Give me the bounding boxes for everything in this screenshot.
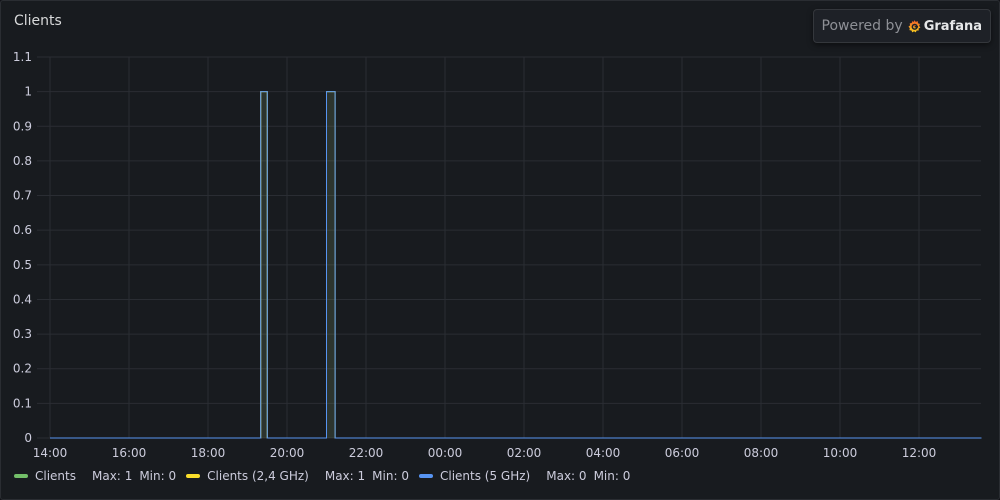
legend-max-label: Max: (92, 469, 121, 483)
x-axis: 14:00 16:00 18:00 20:00 22:00 00:00 02:00 04:00… (33, 446, 937, 460)
y-axis: 0 0.1 0.2 0.3 0.4 0.5 0.6 0.7 0.8 0.9 1 1.1 (13, 50, 32, 445)
legend-item-clients[interactable]: Clients Max: 1 Min: 0 (14, 469, 176, 483)
legend-item-clients-24ghz[interactable]: Clients (2,4 GHz) Max: 1 Min: 0 (186, 469, 409, 483)
y-tick-label: 0 (24, 431, 32, 445)
legend-item-clients-5ghz[interactable]: Clients (5 GHz) Max: 0 Min: 0 (418, 469, 631, 483)
x-tick-label: 02:00 (507, 446, 542, 460)
legend-min-value: 0 (401, 469, 409, 483)
x-tick-label: 08:00 (744, 446, 779, 460)
x-tick-label: 20:00 (270, 446, 305, 460)
legend-swatch (418, 474, 433, 478)
chart-legend: Clients Max: 1 Min: 0 Clients (2,4 GHz) … (14, 469, 640, 483)
y-tick-label: 0.7 (13, 189, 32, 203)
x-tick-label: 18:00 (191, 446, 226, 460)
legend-max-label: Max: (324, 469, 354, 483)
legend-min-label: Min: (139, 469, 165, 483)
legend-max-value: 1 (124, 469, 133, 483)
y-tick-label: 0.9 (13, 119, 32, 133)
legend-label: Clients (5 GHz) (439, 469, 531, 483)
x-tick-label: 04:00 (586, 446, 621, 460)
x-tick-label: 12:00 (902, 446, 937, 460)
y-tick-label: 0.8 (13, 154, 32, 168)
x-tick-label: 16:00 (112, 446, 147, 460)
legend-max-label: Max: (546, 469, 576, 483)
y-tick-label: 0.5 (13, 258, 32, 272)
y-tick-label: 0.6 (13, 223, 32, 237)
chart-grid (37, 56, 981, 439)
y-tick-label: 1 (24, 85, 32, 99)
x-tick-label: 22:00 (349, 446, 384, 460)
legend-min-value: 0 (622, 469, 631, 483)
legend-swatch (186, 474, 201, 478)
x-tick-label: 00:00 (428, 446, 463, 460)
legend-max-value: 0 (578, 469, 587, 483)
x-tick-label: 06:00 (665, 446, 700, 460)
y-tick-label: 0.1 (13, 396, 32, 410)
y-tick-label: 0.4 (13, 292, 32, 306)
legend-swatch (14, 474, 28, 478)
time-series-chart: 0 0.1 0.2 0.3 0.4 0.5 0.6 0.7 0.8 0.9 1 1.1 14:00 16… (13, 50, 982, 460)
legend-min-value: 0 (168, 469, 177, 483)
legend-min-label: Min: (372, 469, 398, 483)
legend-min-label: Min: (593, 469, 619, 483)
y-tick-label: 0.2 (13, 362, 32, 376)
legend-max-value: 1 (357, 469, 366, 483)
legend-label: Clients (35, 469, 76, 483)
x-tick-label: 10:00 (823, 446, 858, 460)
legend-label: Clients (2,4 GHz) (207, 469, 309, 483)
x-tick-label: 14:00 (33, 446, 68, 460)
y-tick-label: 1.1 (13, 50, 32, 64)
y-tick-label: 0.3 (13, 327, 32, 341)
